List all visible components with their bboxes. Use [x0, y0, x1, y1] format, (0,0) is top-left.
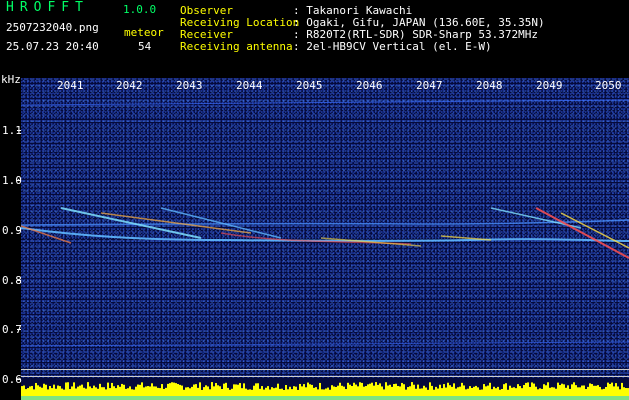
freq-tick: [17, 230, 21, 231]
count-value: 54: [138, 40, 152, 53]
time-tick-label: 2044: [236, 79, 263, 92]
time-tick-label: 2045: [296, 79, 323, 92]
freq-tick: [17, 280, 21, 281]
time-tick-label: 2046: [356, 79, 383, 92]
level-base: [21, 396, 629, 400]
meteor-echo: [21, 225, 72, 244]
time-tick-label: 2041: [57, 79, 84, 92]
antenna-value: : 2el-HB9CV Vertical (el. E-W): [293, 40, 492, 53]
antenna-label: Receiving antenna: [180, 40, 293, 53]
header-panel: HROFFT 1.0.0 2507232040.png meteor 25.07…: [0, 0, 629, 74]
time-tick-label: 2042: [116, 79, 143, 92]
carrier-line-bottom: [21, 341, 629, 347]
unit-label: kHz: [1, 73, 21, 86]
time-tick-label: 2043: [176, 79, 203, 92]
upper-trace: [21, 219, 629, 226]
freq-tick: [17, 329, 21, 330]
app-logo: HROFFT: [6, 0, 89, 15]
freq-tick: [17, 180, 21, 181]
reference-line: [21, 369, 629, 370]
time-tick-label: 2048: [476, 79, 503, 92]
meteor-echo: [100, 212, 252, 234]
freq-tick: [17, 130, 21, 131]
freq-tick: [17, 379, 21, 380]
trace-layer: [21, 99, 629, 347]
app-version: 1.0.0: [123, 3, 157, 16]
file-name: 2507232040.png: [6, 21, 99, 34]
count-label: meteor: [124, 26, 164, 39]
time-tick-label: 2050: [595, 79, 622, 92]
date-time: 25.07.23 20:40: [6, 40, 99, 53]
meteor-echo: [560, 212, 629, 249]
reference-line: [21, 376, 629, 377]
time-tick-label: 2047: [416, 79, 443, 92]
carrier-line-top: [21, 99, 629, 106]
spectrogram-plot: [21, 78, 629, 382]
signal-level-bars: [21, 378, 629, 400]
meteor-echo: [535, 207, 629, 259]
bar-layer: [21, 382, 629, 400]
time-tick-label: 2049: [536, 79, 563, 92]
